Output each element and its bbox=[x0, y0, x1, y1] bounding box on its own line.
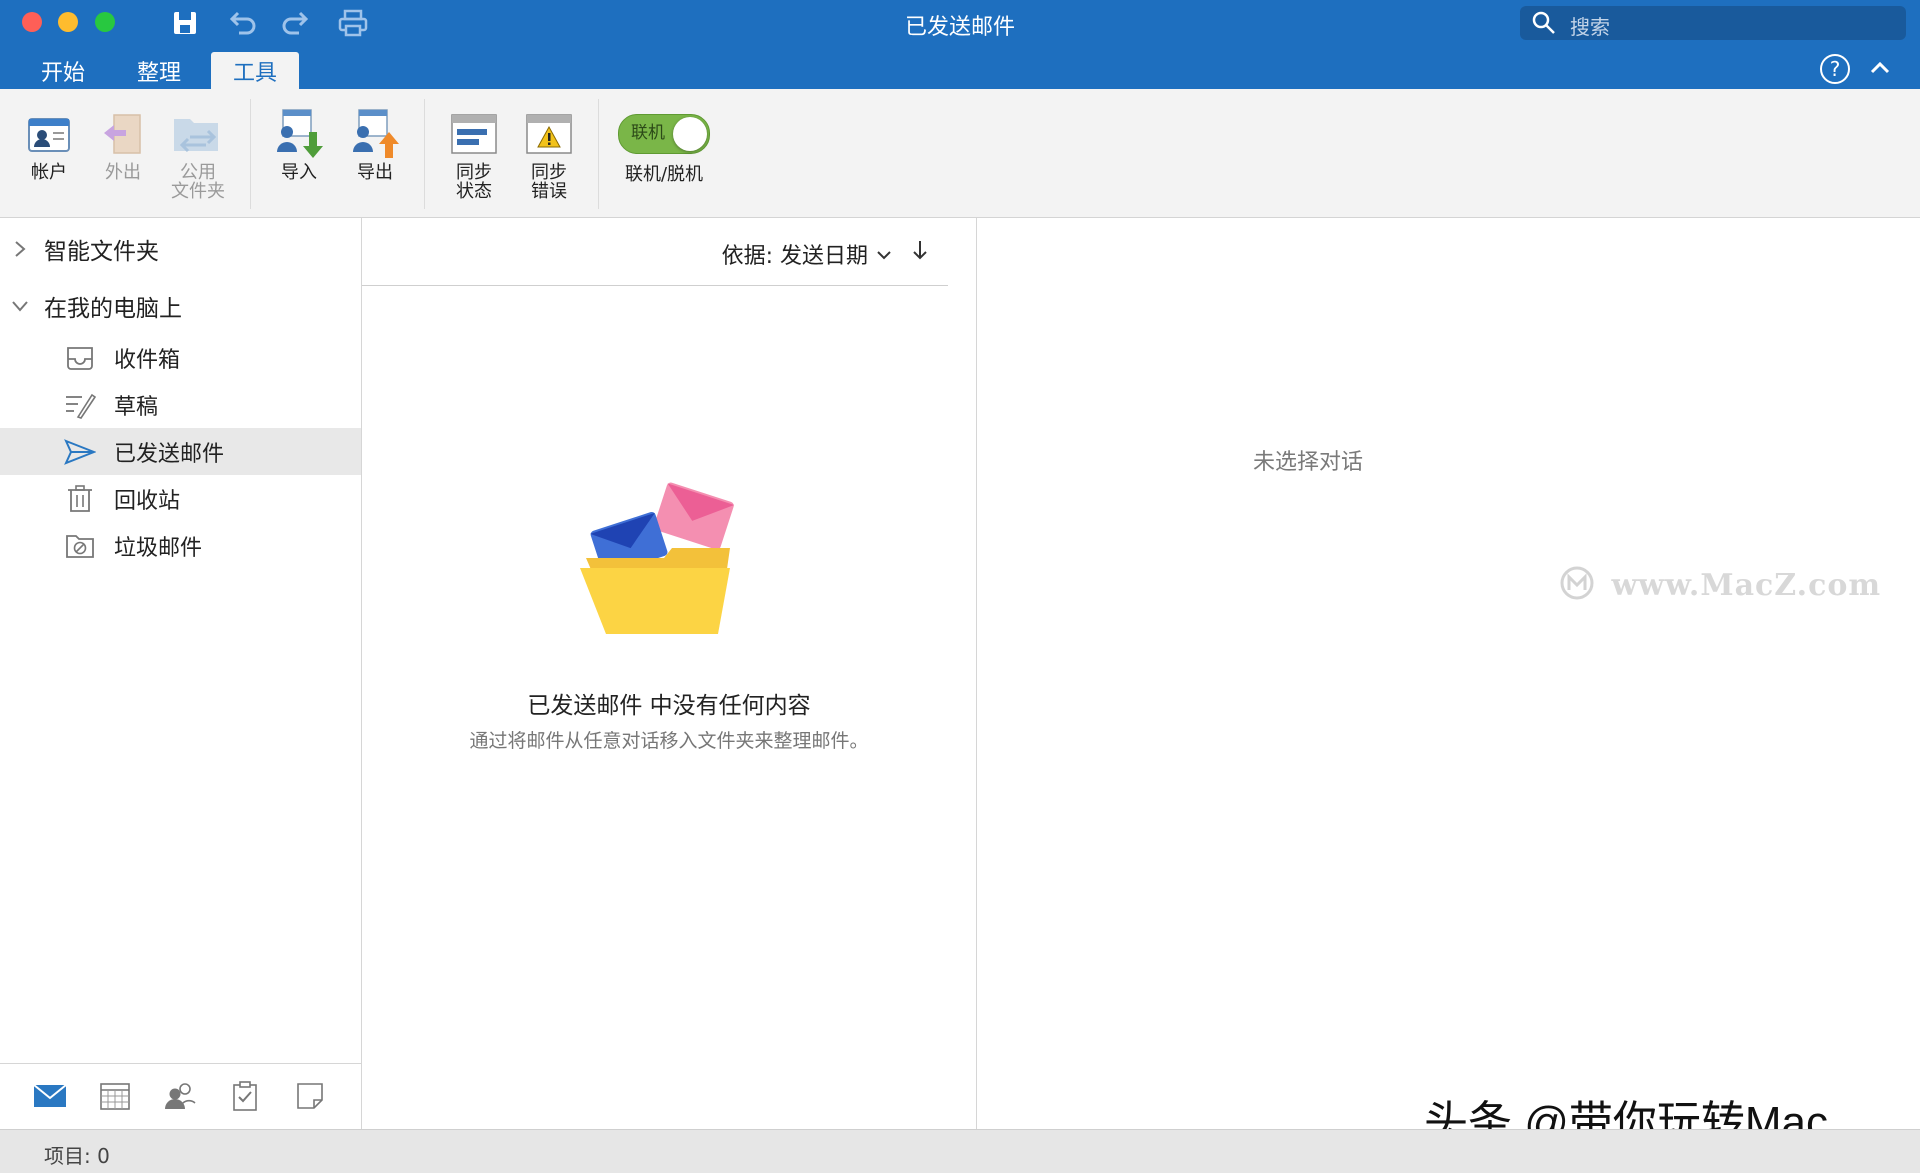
group-label: 在我的电脑上 bbox=[44, 296, 182, 322]
item-count: 项目: 0 bbox=[44, 1144, 110, 1168]
sort-by-dropdown[interactable]: 依据: 发送日期 bbox=[722, 238, 892, 270]
search-icon bbox=[1532, 11, 1556, 39]
folder-label: 草稿 bbox=[114, 394, 159, 420]
junk-icon bbox=[64, 532, 108, 560]
folder-inbox[interactable]: 收件箱 bbox=[0, 334, 361, 381]
chevron-right-icon[interactable] bbox=[0, 240, 40, 258]
tab-home[interactable]: 开始 bbox=[22, 52, 104, 89]
online-offline-label: 联机/脱机 bbox=[624, 164, 704, 185]
status-bar: 项目: 0 bbox=[0, 1129, 1920, 1173]
out-of-office-label: 外出 bbox=[105, 162, 141, 183]
search-box[interactable]: 搜索 bbox=[1520, 6, 1906, 40]
out-of-office-button[interactable]: 外出 bbox=[88, 105, 158, 182]
import-label: 导入 bbox=[281, 162, 317, 183]
mail-icon[interactable] bbox=[30, 1078, 70, 1114]
public-folders-icon bbox=[160, 105, 236, 163]
chevron-down-icon[interactable] bbox=[0, 299, 40, 313]
site-watermark-text: www.MacZ.com bbox=[1611, 568, 1882, 603]
title-bar: 已发送邮件 搜索 开始 整理 工具 ? bbox=[0, 0, 1920, 89]
site-watermark: www.MacZ.com bbox=[1560, 566, 1881, 608]
public-folders-button[interactable]: 公用 文件夹 bbox=[160, 105, 236, 201]
tasks-icon[interactable] bbox=[225, 1078, 265, 1114]
folder-sent[interactable]: 已发送邮件 bbox=[0, 428, 361, 475]
import-icon bbox=[264, 105, 334, 163]
sort-label: 依据: 发送日期 bbox=[721, 244, 868, 269]
empty-folder-title: 已发送邮件 中没有任何内容 bbox=[527, 693, 811, 719]
sync-status-label-line2: 状态 bbox=[456, 181, 492, 202]
export-button[interactable]: 导出 bbox=[340, 105, 410, 182]
help-icon[interactable]: ? bbox=[1819, 53, 1851, 89]
online-offline-button[interactable]: 联机 联机/脱机 bbox=[614, 105, 714, 184]
folder-label: 垃圾邮件 bbox=[114, 535, 203, 561]
folder-label: 收件箱 bbox=[114, 347, 181, 373]
ribbon-divider bbox=[424, 99, 425, 209]
collapse-ribbon-icon[interactable] bbox=[1868, 58, 1892, 82]
search-placeholder: 搜索 bbox=[1570, 15, 1610, 39]
ribbon-toolbar: 帐户 外出 公用 文件夹 导入 导出 同步 状态 同步 错误 联机 联机/脱机 bbox=[0, 89, 1920, 218]
drafts-icon bbox=[64, 391, 108, 419]
message-list-pane: 依据: 发送日期 已发送邮件 中没有任何内容 通过将邮件从任意对话移入文件夹来整… bbox=[362, 218, 977, 1129]
sync-status-button[interactable]: 同步 状态 bbox=[440, 105, 508, 201]
calendar-icon[interactable] bbox=[95, 1078, 135, 1114]
inbox-icon bbox=[64, 344, 108, 372]
group-smart-folders[interactable]: 智能文件夹 bbox=[0, 227, 361, 271]
reading-pane: 未选择对话 bbox=[977, 218, 1920, 1129]
group-on-my-computer[interactable]: 在我的电脑上 bbox=[0, 284, 361, 328]
sort-order-icon[interactable] bbox=[912, 238, 928, 266]
folder-trash[interactable]: 回收站 bbox=[0, 475, 361, 522]
ribbon-divider bbox=[598, 99, 599, 209]
watermark-m-icon bbox=[1560, 566, 1594, 608]
accounts-label: 帐户 bbox=[31, 162, 67, 183]
ribbon-divider bbox=[250, 99, 251, 209]
folder-label: 已发送邮件 bbox=[114, 441, 225, 467]
tab-organize[interactable]: 整理 bbox=[118, 52, 200, 89]
folder-pane: 智能文件夹 在我的电脑上 收件箱 草稿 已发送邮件 回收站 垃圾邮件 bbox=[0, 218, 362, 1063]
public-folders-label-line2: 文件夹 bbox=[171, 181, 225, 202]
module-switcher bbox=[0, 1063, 362, 1130]
sync-errors-icon bbox=[515, 105, 583, 163]
accounts-icon bbox=[14, 105, 84, 163]
folder-drafts[interactable]: 草稿 bbox=[0, 381, 361, 428]
sent-icon bbox=[64, 438, 108, 466]
import-button[interactable]: 导入 bbox=[264, 105, 334, 182]
trash-icon bbox=[64, 484, 108, 514]
sync-status-label-line1: 同步 bbox=[456, 162, 492, 183]
sync-errors-label-line2: 错误 bbox=[531, 181, 567, 202]
accounts-button[interactable]: 帐户 bbox=[14, 105, 84, 182]
folder-label: 回收站 bbox=[114, 488, 181, 514]
export-icon bbox=[340, 105, 410, 163]
folder-junk[interactable]: 垃圾邮件 bbox=[0, 522, 361, 569]
empty-folder-illustration bbox=[580, 468, 760, 648]
sync-errors-button[interactable]: 同步 错误 bbox=[515, 105, 583, 201]
online-toggle-text: 联机 bbox=[631, 123, 665, 143]
public-folders-label-line1: 公用 bbox=[180, 162, 216, 183]
tab-tools[interactable]: 工具 bbox=[211, 52, 299, 89]
sync-status-icon bbox=[440, 105, 508, 163]
no-selection-message: 未选择对话 bbox=[1252, 450, 1363, 475]
out-of-office-icon bbox=[88, 105, 158, 163]
notes-icon[interactable] bbox=[290, 1078, 330, 1114]
group-label: 智能文件夹 bbox=[44, 239, 159, 265]
empty-folder-hint: 通过将邮件从任意对话移入文件夹来整理邮件。 bbox=[469, 730, 869, 752]
online-toggle[interactable]: 联机 bbox=[614, 105, 714, 163]
svg-text:?: ? bbox=[1830, 57, 1841, 81]
toggle-knob bbox=[673, 117, 707, 151]
people-icon[interactable] bbox=[160, 1078, 200, 1114]
sync-errors-label-line1: 同步 bbox=[531, 162, 567, 183]
chevron-down-icon bbox=[876, 242, 892, 267]
export-label: 导出 bbox=[357, 162, 393, 183]
sort-bar: 依据: 发送日期 bbox=[362, 218, 948, 286]
